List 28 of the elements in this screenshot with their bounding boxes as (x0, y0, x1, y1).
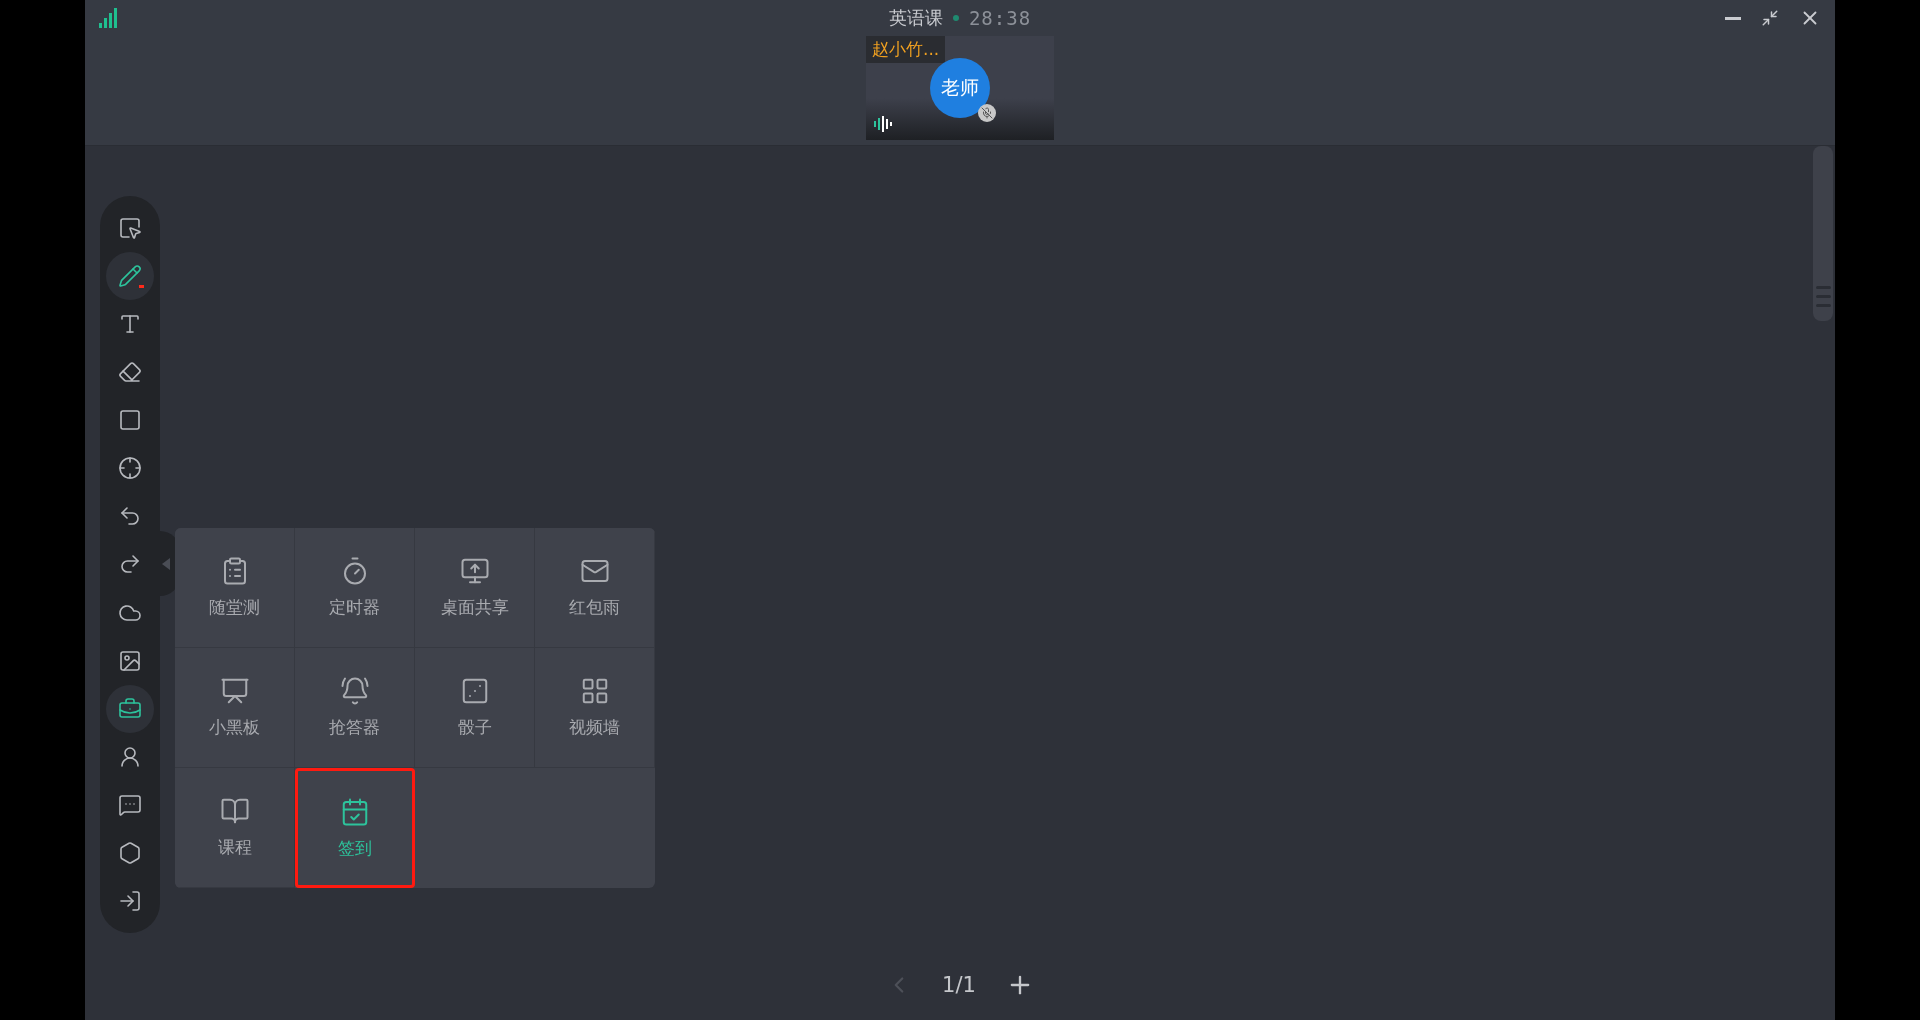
class-title: 英语课 (888, 6, 943, 30)
minimize-button[interactable] (1725, 16, 1741, 20)
buzzer-icon (339, 676, 370, 706)
tool-panel-item[interactable]: 定时器 (295, 528, 415, 648)
tool-panel-item[interactable]: 红包雨 (535, 528, 655, 648)
pen-icon[interactable] (106, 252, 154, 301)
class-timer: 28:38 (968, 7, 1032, 29)
tool-panel-item[interactable]: 抢答器 (295, 648, 415, 768)
tool-panel-item[interactable]: 课程 (175, 768, 295, 888)
tool-panel-item[interactable]: 骰子 (415, 648, 535, 768)
audio-level-icon (874, 116, 894, 132)
participant-name: 赵小竹... (866, 36, 946, 63)
screen-share-icon (459, 556, 490, 586)
tool-panel-item[interactable]: 桌面共享 (415, 528, 535, 648)
restore-button[interactable] (1761, 9, 1779, 27)
book-icon (219, 796, 250, 826)
blackboard-icon (219, 676, 250, 706)
status-dot (952, 15, 959, 21)
toolbox-icon[interactable] (106, 684, 154, 733)
minimize-icon (1725, 16, 1741, 20)
tool-panel-item[interactable]: 视频墙 (535, 648, 655, 768)
restore-icon (1761, 9, 1779, 27)
tool-panel-item[interactable]: 小黑板 (175, 648, 295, 768)
signal-icon (99, 8, 117, 28)
calendar-check-icon (340, 796, 370, 827)
page-indicator: 1/1 (942, 973, 976, 997)
tool-panel-item[interactable]: 签到 (295, 768, 415, 888)
tool-panel-item[interactable]: 随堂测 (175, 528, 295, 648)
